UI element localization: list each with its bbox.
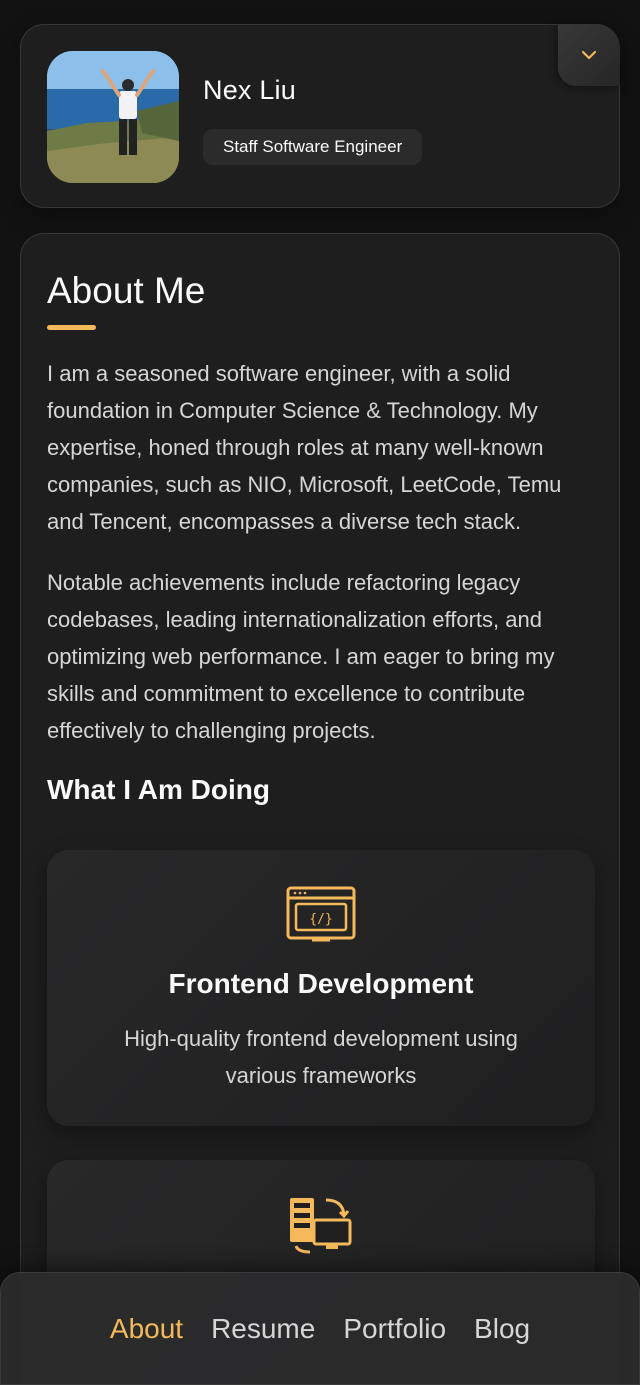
chevron-down-icon	[581, 50, 597, 60]
service-title: Frontend Development	[168, 968, 474, 999]
services-heading: What I Am Doing	[47, 774, 270, 805]
about-paragraph-1: I am a seasoned software engineer, with …	[47, 361, 562, 534]
section-title: About Me	[47, 270, 206, 311]
service-card-frontend: {/} Frontend Development High-quality fr…	[47, 850, 595, 1126]
service-description: High-quality frontend development using …	[124, 1026, 518, 1088]
profile-card: Nex Liu Staff Software Engineer	[20, 24, 620, 208]
job-title-badge: Staff Software Engineer	[203, 129, 423, 165]
about-paragraph-2: Notable achievements include refactoring…	[47, 570, 555, 743]
code-window-icon: {/}	[286, 886, 356, 944]
page: Nex Liu Staff Software Engineer About Me…	[0, 0, 640, 1385]
nav-resume[interactable]: Resume	[211, 1313, 315, 1345]
nav-portfolio[interactable]: Portfolio	[343, 1313, 446, 1345]
title-underline	[47, 325, 96, 330]
avatar	[47, 51, 179, 183]
svg-text:{/}: {/}	[309, 912, 332, 927]
bottom-navbar: About Resume Portfolio Blog	[0, 1272, 640, 1385]
profile-name: Nex Liu	[203, 75, 296, 105]
nav-about[interactable]: About	[110, 1313, 183, 1345]
server-monitor-sync-icon	[286, 1196, 356, 1254]
nav-blog[interactable]: Blog	[474, 1313, 530, 1345]
about-section: About Me I am a seasoned software engine…	[20, 233, 620, 1385]
show-contacts-button[interactable]	[558, 24, 620, 86]
avatar-photo	[47, 51, 179, 183]
